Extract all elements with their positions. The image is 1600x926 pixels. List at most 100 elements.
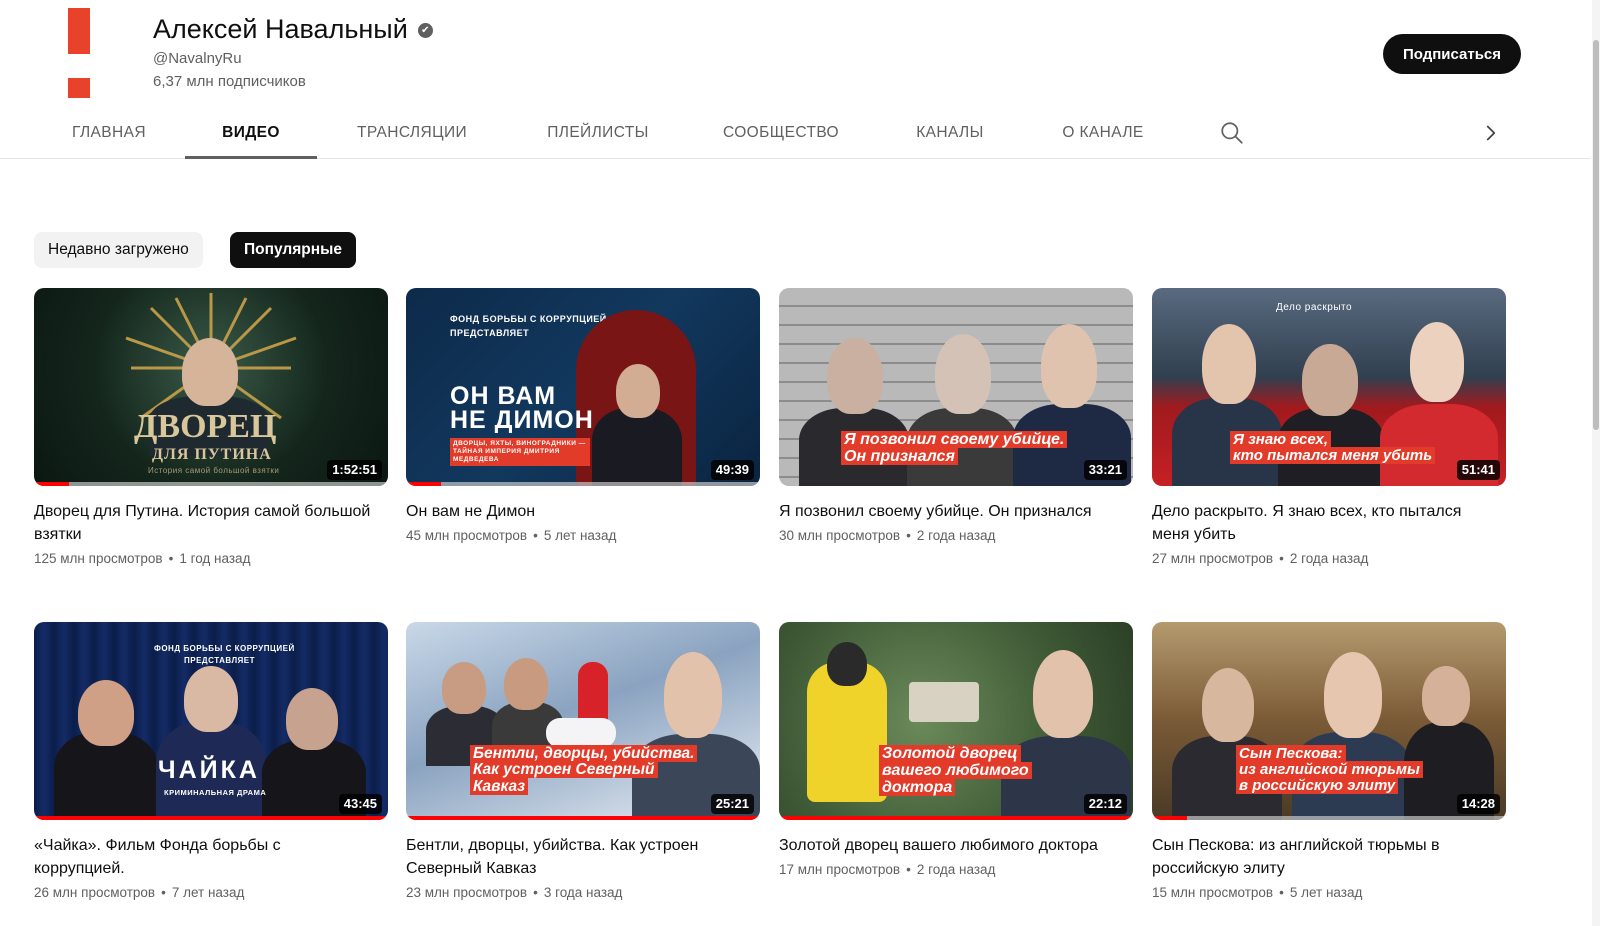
headline-line: Сын Пескова: bbox=[1236, 745, 1346, 762]
video-duration: 49:39 bbox=[710, 460, 754, 480]
upload-age: 2 года назад bbox=[1289, 551, 1369, 566]
channel-page: Алексей Навальный ✔ @NavalnyRu 6,37 млн … bbox=[0, 0, 1600, 926]
video-thumbnail[interactable]: ФОНД БОРЬБЫ С КОРРУПЦИЕЙ ПРЕДСТАВЛЯЕТ ЧА… bbox=[34, 622, 388, 820]
video-card: Сын Пескова: из английской тюрьмы в росс… bbox=[1152, 622, 1506, 900]
view-count: 17 млн просмотров bbox=[779, 862, 901, 877]
person-face bbox=[1202, 324, 1256, 404]
video-thumbnail[interactable]: Я позвонил своему убийце. Он признался 3… bbox=[779, 288, 1133, 486]
watch-progress bbox=[406, 816, 760, 820]
video-card: Я позвонил своему убийце. Он признался 3… bbox=[779, 288, 1133, 543]
headline-line: кто пытался меня убить bbox=[1230, 446, 1436, 464]
video-title[interactable]: Он вам не Димон bbox=[406, 500, 746, 523]
video-meta: 45 млн просмотров • 5 лет назад bbox=[406, 528, 760, 543]
video-duration: 14:28 bbox=[1456, 794, 1500, 814]
video-title[interactable]: «Чайка». Фильм Фонда борьбы с коррупцией… bbox=[34, 834, 374, 880]
chevron-right-icon[interactable] bbox=[1478, 120, 1504, 146]
video-meta: 17 млн просмотров • 2 года назад bbox=[779, 862, 1133, 877]
person-face bbox=[286, 688, 338, 750]
video-meta: 15 млн просмотров • 5 лет назад bbox=[1152, 885, 1506, 900]
headline-line: Золотой дворец bbox=[879, 745, 1021, 762]
person-face bbox=[1410, 322, 1464, 402]
video-title[interactable]: Бентли, дворцы, убийства. Как устроен Се… bbox=[406, 834, 746, 880]
watch-progress bbox=[34, 482, 388, 486]
thumbnail-caption: ПРЕДСТАВЛЯЕТ bbox=[450, 328, 530, 338]
view-count: 15 млн просмотров bbox=[1152, 885, 1274, 900]
video-thumbnail[interactable]: Золотой дворец вашего любимого доктора 2… bbox=[779, 622, 1133, 820]
meta-separator: • bbox=[1279, 885, 1284, 900]
watch-progress-fill bbox=[779, 816, 1133, 820]
tab-channels[interactable]: КАНАЛЫ bbox=[912, 108, 988, 158]
search-icon[interactable] bbox=[1219, 120, 1245, 146]
upload-age: 2 года назад bbox=[916, 528, 996, 543]
scrollbar-thumb[interactable] bbox=[1593, 40, 1599, 430]
thumbnail-subtitle: НЕ ДИМОН bbox=[450, 406, 594, 434]
video-title[interactable]: Дворец для Путина. История самой большой… bbox=[34, 500, 374, 546]
page-scrollbar[interactable] bbox=[1592, 0, 1600, 926]
video-thumbnail[interactable]: ДВОРЕЦ ДЛЯ ПУТИНА История самой большой … bbox=[34, 288, 388, 486]
view-count: 30 млн просмотров bbox=[779, 528, 901, 543]
view-count: 45 млн просмотров bbox=[406, 528, 528, 543]
thumbnail-headline: Я знаю всех, кто пытался меня убить bbox=[1230, 431, 1436, 464]
video-title[interactable]: Золотой дворец вашего любимого доктора bbox=[779, 834, 1119, 857]
headline-line: вашего любимого bbox=[879, 761, 1032, 779]
view-count: 125 млн просмотров bbox=[34, 551, 163, 566]
thumbnail-subtitle: ДЛЯ ПУТИНА bbox=[152, 446, 272, 463]
headline-line: Я знаю всех, bbox=[1230, 431, 1331, 448]
video-meta: 23 млн просмотров • 3 года назад bbox=[406, 885, 760, 900]
thumbnail-caption: ДВОРЦЫ, ЯХТЫ, ВИНОГРАДНИКИ — ТАЙНАЯ ИМПЕ… bbox=[450, 438, 590, 466]
upload-age: 1 год назад bbox=[179, 551, 251, 566]
thumbnail-caption: ФОНД БОРЬБЫ С КОРРУПЦИЕЙ bbox=[450, 314, 607, 324]
video-card: ФОНД БОРЬБЫ С КОРРУПЦИЕЙ ПРЕДСТАВЛЯЕТ ЧА… bbox=[34, 622, 388, 900]
tab-playlists[interactable]: ПЛЕЙЛИСТЫ bbox=[543, 108, 653, 158]
headline-line: Я позвонил своему убийце. bbox=[841, 431, 1068, 448]
video-duration: 51:41 bbox=[1456, 460, 1500, 480]
video-card: Золотой дворец вашего любимого доктора 2… bbox=[779, 622, 1133, 877]
chip-recent[interactable]: Недавно загружено bbox=[34, 232, 203, 268]
logo-bar-top bbox=[68, 8, 90, 54]
tab-community[interactable]: СООБЩЕСТВО bbox=[722, 108, 840, 158]
channel-handle: @NavalnyRu bbox=[153, 50, 242, 67]
verified-icon: ✔ bbox=[417, 23, 433, 38]
meta-separator: • bbox=[161, 885, 166, 900]
meta-separator: • bbox=[906, 528, 911, 543]
thumbnail-caption: Дело раскрыто bbox=[1276, 302, 1353, 313]
video-card: Бентли, дворцы, убийства. Как устроен Се… bbox=[406, 622, 760, 900]
watch-progress bbox=[779, 816, 1133, 820]
video-thumbnail[interactable]: Дело раскрыто Я знаю всех, кто пытался м… bbox=[1152, 288, 1506, 486]
video-thumbnail[interactable]: ФОНД БОРЬБЫ С КОРРУПЦИЕЙ ПРЕДСТАВЛЯЕТ ОН… bbox=[406, 288, 760, 486]
watch-progress bbox=[406, 482, 760, 486]
tab-about[interactable]: О КАНАЛЕ bbox=[1058, 108, 1148, 158]
person-face bbox=[664, 652, 722, 738]
tab-home[interactable]: ГЛАВНАЯ bbox=[70, 108, 148, 158]
view-count: 27 млн просмотров bbox=[1152, 551, 1274, 566]
watch-progress-fill bbox=[406, 816, 760, 820]
channel-logo[interactable] bbox=[68, 8, 90, 98]
headline-line: в российскую элиту bbox=[1236, 776, 1399, 794]
thumbnail-headline: Бентли, дворцы, убийства. Как устроен Се… bbox=[470, 745, 698, 795]
video-duration: 22:12 bbox=[1083, 794, 1127, 814]
video-title[interactable]: Дело раскрыто. Я знаю всех, кто пытался … bbox=[1152, 500, 1492, 546]
channel-name: Алексей Навальный ✔ bbox=[153, 12, 433, 46]
subscribe-button[interactable]: Подписаться bbox=[1383, 34, 1521, 74]
tab-live[interactable]: ТРАНСЛЯЦИИ bbox=[353, 108, 471, 158]
person-face bbox=[935, 334, 991, 414]
meta-separator: • bbox=[1279, 551, 1284, 566]
logo-bar-bottom bbox=[68, 78, 90, 98]
video-thumbnail[interactable]: Сын Пескова: из английской тюрьмы в росс… bbox=[1152, 622, 1506, 820]
video-duration: 25:21 bbox=[710, 794, 754, 814]
meta-separator: • bbox=[168, 551, 174, 566]
video-card: ФОНД БОРЬБЫ С КОРРУПЦИЕЙ ПРЕДСТАВЛЯЕТ ОН… bbox=[406, 288, 760, 543]
video-title[interactable]: Я позвонил своему убийце. Он признался bbox=[779, 500, 1119, 523]
watch-progress bbox=[1152, 816, 1506, 820]
tab-videos[interactable]: ВИДЕО bbox=[185, 108, 317, 159]
chip-popular[interactable]: Популярные bbox=[230, 232, 356, 268]
person-face bbox=[78, 680, 134, 746]
video-title[interactable]: Сын Пескова: из английской тюрьмы в росс… bbox=[1152, 834, 1492, 880]
upload-age: 2 года назад bbox=[916, 862, 996, 877]
video-thumbnail[interactable]: Бентли, дворцы, убийства. Как устроен Се… bbox=[406, 622, 760, 820]
channel-tabs: ГЛАВНАЯ ВИДЕО ТРАНСЛЯЦИИ ПЛЕЙЛИСТЫ СООБЩ… bbox=[0, 108, 1590, 159]
thumbnail-caption: ПРЕДСТАВЛЯЕТ bbox=[184, 656, 256, 665]
thumbnail-caption: КРИМИНАЛЬНАЯ ДРАМА bbox=[164, 788, 267, 797]
person-face bbox=[504, 658, 548, 710]
headline-line: Как устроен Северный bbox=[470, 761, 658, 779]
